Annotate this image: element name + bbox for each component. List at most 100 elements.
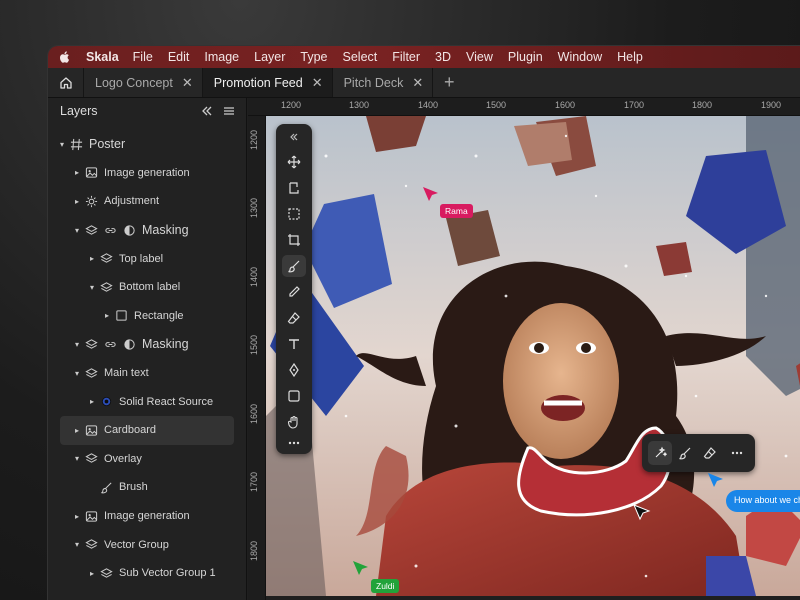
layer-row[interactable]: ▸ Sub Vector Group 1 (48, 559, 246, 588)
layer-row[interactable]: ▸ Adjustment (48, 187, 246, 216)
close-icon[interactable]: ✕ (182, 75, 193, 91)
ruler-tick: 1700 (249, 471, 259, 492)
canvas-artwork[interactable] (266, 116, 800, 600)
stack-icon (100, 282, 113, 292)
context-toolbar (642, 434, 755, 472)
tab-pitch-deck[interactable]: Pitch Deck ✕ (333, 68, 434, 97)
hand-tool[interactable] (282, 411, 306, 433)
more-tools-button[interactable] (282, 432, 306, 454)
menu-type[interactable]: Type (300, 50, 327, 64)
layer-row[interactable]: Brush (48, 473, 246, 502)
caret-down-icon[interactable]: ▾ (75, 454, 85, 463)
lasso-tool[interactable] (282, 177, 306, 199)
eraser-button[interactable] (698, 441, 722, 465)
caret-right-icon[interactable]: ▸ (90, 397, 100, 406)
menu-3d[interactable]: 3D (435, 50, 451, 64)
caret-right-icon[interactable]: ▸ (75, 512, 85, 521)
move-icon (287, 155, 301, 169)
menu-filter[interactable]: Filter (392, 50, 420, 64)
brush-tool[interactable] (282, 255, 306, 277)
menu-view[interactable]: View (466, 50, 493, 64)
workspace: Layers ▾ Poster ▸ Image generation ▸ Adjustme… (48, 98, 800, 600)
stack-icon (100, 253, 113, 263)
caret-down-icon[interactable]: ▾ (75, 340, 85, 349)
layers-panel: Layers ▾ Poster ▸ Image generation ▸ Adjustme… (48, 98, 247, 600)
text-tool[interactable] (282, 333, 306, 355)
menu-window[interactable]: Window (558, 50, 602, 64)
layer-row[interactable]: ▾ Bottom label (48, 273, 246, 302)
pen-tool[interactable] (282, 359, 306, 381)
mask-half-circle-icon (124, 339, 135, 350)
apple-icon[interactable] (58, 50, 72, 64)
caret-right-icon[interactable]: ▸ (75, 426, 85, 435)
stack-icon (85, 539, 98, 549)
collaborator-label-rama: Rama (440, 204, 473, 218)
tab-promotion-feed[interactable]: Promotion Feed ✕ (202, 68, 333, 97)
caret-right-icon[interactable]: ▸ (90, 254, 100, 263)
layer-row[interactable]: ▸ Solid React Source (48, 387, 246, 416)
app-name[interactable]: Skala (86, 50, 119, 64)
ai-magic-button[interactable] (648, 441, 672, 465)
layer-label: Adjustment (104, 195, 160, 208)
layer-row[interactable]: ▸ Image generation (48, 502, 246, 531)
menu-icon[interactable] (222, 104, 236, 118)
eraser-tool[interactable] (282, 307, 306, 329)
layer-row[interactable]: ▾ Poster (48, 130, 246, 159)
layer-label: Poster (89, 137, 126, 152)
layer-row[interactable]: ▾ Masking (48, 216, 246, 245)
layer-row[interactable]: ▾ Overlay (48, 445, 246, 474)
layer-row[interactable]: ▸ Cardboard (60, 415, 234, 445)
layer-label: Image generation (104, 510, 190, 523)
caret-down-icon[interactable]: ▾ (60, 140, 70, 149)
layer-row[interactable]: ▸ Top label (48, 244, 246, 273)
cursor-pointer-icon (708, 473, 723, 487)
menu-layer[interactable]: Layer (254, 50, 285, 64)
layer-row[interactable]: ▾ Masking (48, 330, 246, 359)
caret-down-icon[interactable]: ▾ (75, 226, 85, 235)
text-icon (289, 339, 299, 349)
caret-down-icon[interactable]: ▾ (90, 283, 100, 292)
close-icon[interactable]: ✕ (412, 75, 423, 91)
double-chevron-left-icon (290, 133, 298, 141)
tab-logo-concept[interactable]: Logo Concept ✕ (84, 68, 203, 97)
home-tab[interactable] (48, 68, 84, 97)
collapse-toolbar-button[interactable] (282, 126, 306, 148)
menu-plugin[interactable]: Plugin (508, 50, 543, 64)
move-tool[interactable] (282, 151, 306, 173)
crop-tool[interactable] (282, 229, 306, 251)
caret-down-icon[interactable]: ▾ (75, 540, 85, 549)
caret-right-icon[interactable]: ▸ (75, 197, 85, 206)
ruler-tick: 1600 (555, 100, 576, 110)
pen-icon (289, 363, 299, 377)
pencil-icon (289, 286, 300, 297)
tab-label: Logo Concept (95, 75, 173, 90)
vertical-ruler: 1200 1300 1400 1500 1600 1700 1800 (248, 116, 266, 600)
caret-down-icon[interactable]: ▾ (75, 369, 85, 378)
layer-row[interactable]: ▸ Image generation (48, 159, 246, 188)
marquee-tool[interactable] (282, 203, 306, 225)
layer-row[interactable]: ▸ Rectangle (48, 302, 246, 331)
menu-select[interactable]: Select (343, 50, 378, 64)
brush-button[interactable] (673, 441, 697, 465)
menu-edit[interactable]: Edit (168, 50, 190, 64)
more-options-button[interactable] (725, 441, 749, 465)
image-icon (85, 425, 98, 436)
plus-icon: + (443, 72, 455, 92)
collapse-panel-icon[interactable] (200, 104, 214, 118)
menu-image[interactable]: Image (204, 50, 239, 64)
pencil-tool[interactable] (282, 281, 306, 303)
layer-row[interactable]: ▾ Vector Group (48, 530, 246, 559)
layer-row[interactable]: ▾ Main text (48, 359, 246, 388)
caret-right-icon[interactable]: ▸ (105, 311, 115, 320)
menu-help[interactable]: Help (617, 50, 643, 64)
hand-icon (287, 415, 298, 429)
shape-tool[interactable] (282, 385, 306, 407)
close-icon[interactable]: ✕ (312, 75, 323, 91)
caret-right-icon[interactable]: ▸ (90, 569, 100, 578)
comment-bubble[interactable]: How about we ch (726, 490, 800, 512)
caret-right-icon[interactable]: ▸ (75, 168, 85, 177)
menu-file[interactable]: File (133, 50, 153, 64)
layers-header: Layers (48, 98, 246, 124)
new-tab-button[interactable]: + (433, 68, 465, 97)
brush-icon (288, 260, 300, 273)
